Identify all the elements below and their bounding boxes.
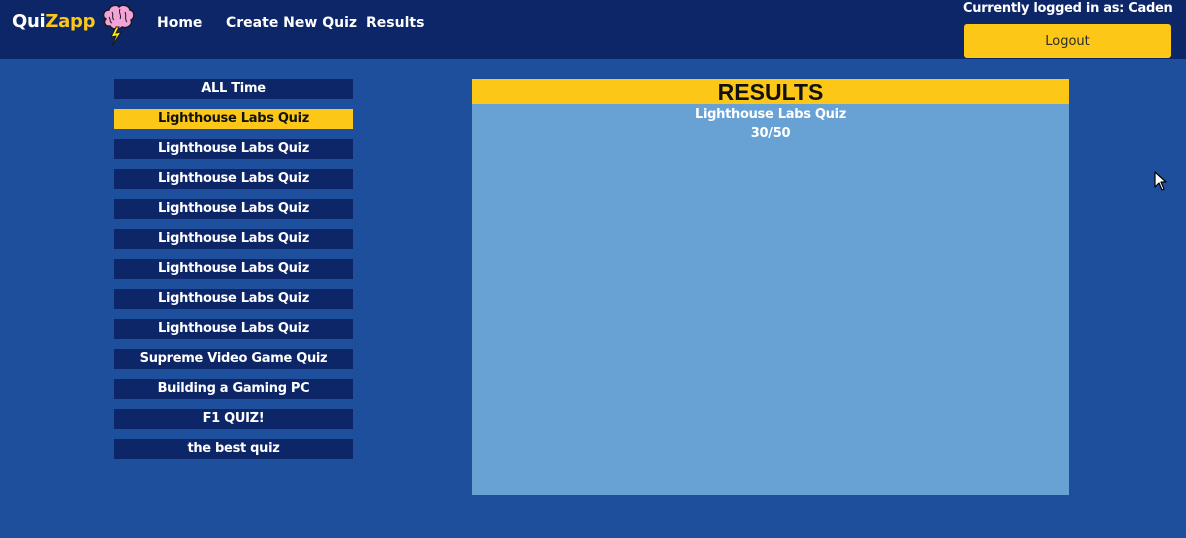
login-status: Currently logged in as: Caden [963, 1, 1173, 16]
brand-text-part2: Zapp [45, 11, 96, 32]
results-title: RESULTS [472, 79, 1069, 105]
sidebar-quiz-item[interactable]: Lighthouse Labs Quiz [114, 199, 353, 219]
sidebar-quiz-item[interactable]: Lighthouse Labs Quiz [114, 319, 353, 339]
sidebar-quiz-item[interactable]: F1 QUIZ! [114, 409, 353, 429]
result-score: 30/50 [750, 126, 791, 141]
sidebar-quiz-item[interactable]: the best quiz [114, 439, 353, 459]
nav-create-quiz-link[interactable]: Create New Quiz [226, 15, 357, 31]
mouse-pointer-icon [1154, 171, 1167, 191]
results-panel: RESULTS Lighthouse Labs Quiz 30/50 [472, 79, 1069, 495]
brand-logo[interactable]: QuiZapp [12, 11, 95, 32]
sidebar-item-all-time[interactable]: ALL Time [114, 79, 353, 99]
sidebar-quiz-item[interactable]: Lighthouse Labs Quiz [114, 169, 353, 189]
navbar: QuiZapp Home Create New Quiz Results Cur… [0, 0, 1186, 59]
nav-results-link[interactable]: Results [366, 15, 424, 31]
sidebar-quiz-item[interactable]: Lighthouse Labs Quiz [114, 259, 353, 279]
nav-home-link[interactable]: Home [157, 15, 202, 31]
brand-text-part1: Qui [12, 11, 46, 32]
sidebar-quiz-item[interactable]: Building a Gaming PC [114, 379, 353, 399]
sidebar-quiz-item[interactable]: Lighthouse Labs Quiz [114, 229, 353, 249]
brain-lightning-icon [102, 4, 135, 47]
sidebar-quiz-item[interactable]: Supreme Video Game Quiz [114, 349, 353, 369]
sidebar-quiz-item[interactable]: Lighthouse Labs Quiz [114, 139, 353, 159]
logout-button[interactable]: Logout [964, 24, 1171, 58]
sidebar-quiz-item[interactable]: Lighthouse Labs Quiz [114, 109, 353, 129]
result-quiz-name: Lighthouse Labs Quiz [695, 107, 846, 122]
sidebar-quiz-item[interactable]: Lighthouse Labs Quiz [114, 289, 353, 309]
